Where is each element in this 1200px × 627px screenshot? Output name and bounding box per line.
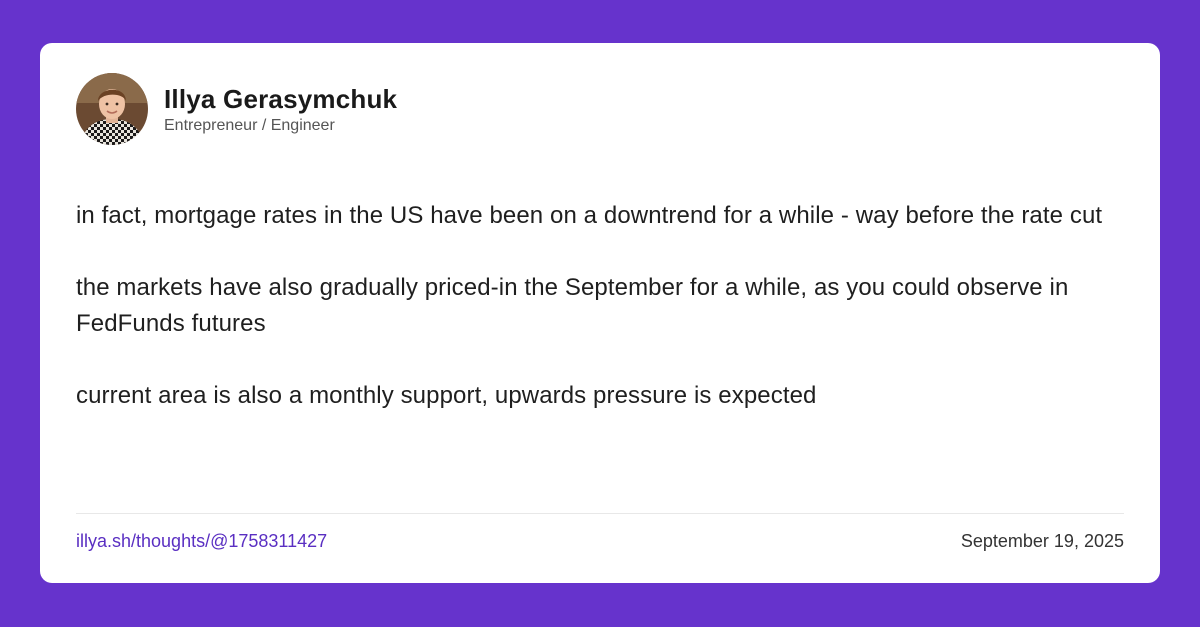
post-card: Illya Gerasymchuk Entrepreneur / Enginee…	[40, 43, 1160, 583]
post-paragraph: the markets have also gradually priced-i…	[76, 274, 1069, 337]
author-identity: Illya Gerasymchuk Entrepreneur / Enginee…	[164, 83, 397, 136]
post-paragraph: in fact, mortgage rates in the US have b…	[76, 202, 1103, 229]
avatar[interactable]	[76, 73, 148, 145]
post-date: September 19, 2025	[960, 531, 1124, 551]
author-title: Entrepreneur / Engineer	[164, 116, 335, 134]
footer-divider	[76, 513, 1124, 514]
profile-photo-icon	[76, 73, 148, 145]
post-body: in fact, mortgage rates in the US have b…	[76, 198, 1126, 450]
post-paragraph: current area is also a monthly support, …	[76, 382, 817, 409]
author-name[interactable]: Illya Gerasymchuk	[164, 83, 397, 115]
author-header: Illya Gerasymchuk Entrepreneur / Enginee…	[76, 73, 397, 145]
post-permalink[interactable]: illya.sh/thoughts/@1758311427	[76, 530, 327, 552]
page-background: Illya Gerasymchuk Entrepreneur / Enginee…	[0, 0, 1200, 627]
